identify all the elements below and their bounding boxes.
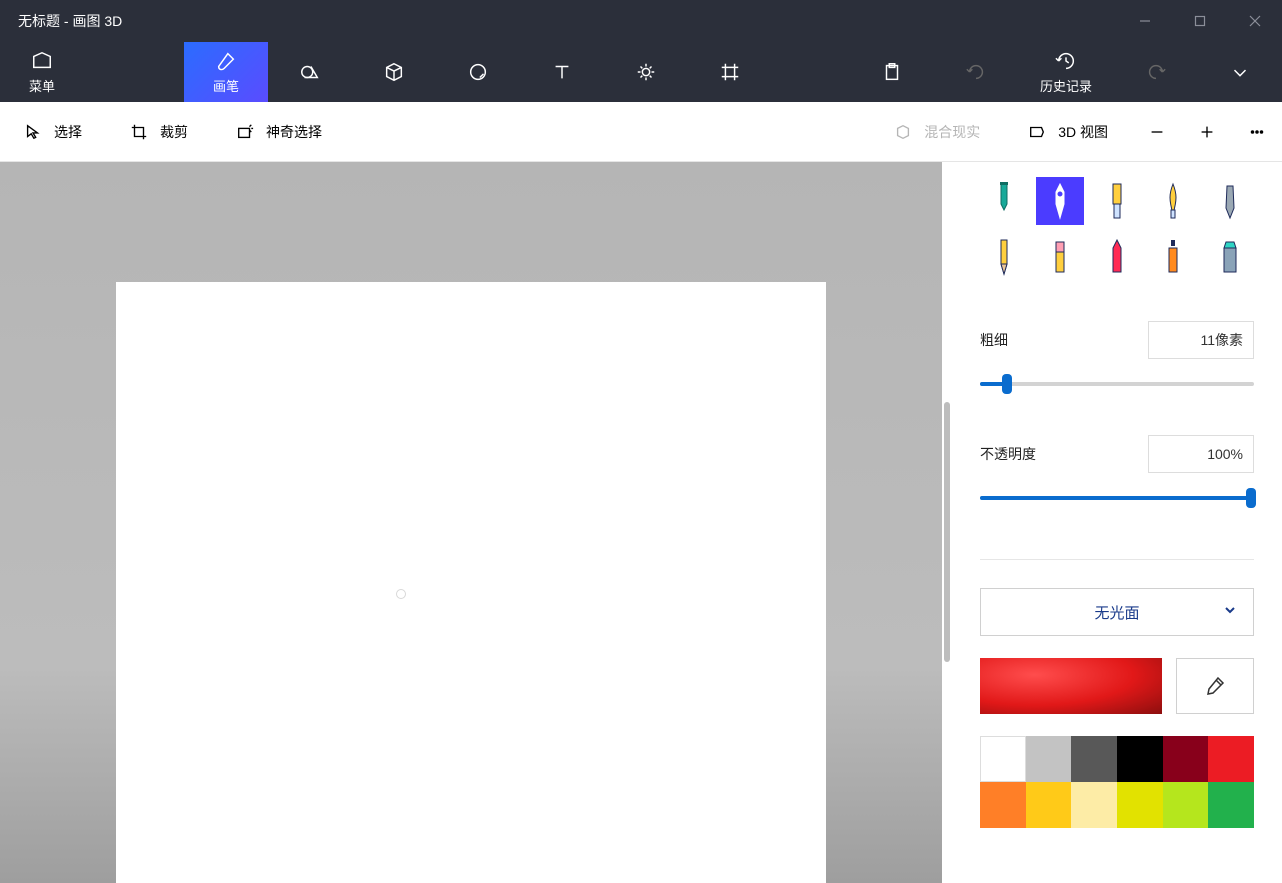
- brush-marker[interactable]: [980, 177, 1028, 225]
- effects-tab[interactable]: [604, 42, 688, 102]
- opacity-slider[interactable]: [980, 487, 1254, 509]
- brush-fill[interactable]: [1206, 233, 1254, 281]
- 3d-shapes-tab[interactable]: [352, 42, 436, 102]
- zoom-in-button[interactable]: [1182, 102, 1232, 161]
- brush-crayon[interactable]: [1093, 233, 1141, 281]
- redo-button[interactable]: [1114, 42, 1198, 102]
- select-label: 选择: [54, 122, 82, 142]
- thickness-input[interactable]: [1148, 321, 1254, 359]
- swatch[interactable]: [1117, 736, 1163, 782]
- material-dropdown[interactable]: 无光面: [980, 588, 1254, 636]
- crop-tool[interactable]: 裁剪: [106, 102, 212, 161]
- zoom-out-button[interactable]: [1132, 102, 1182, 161]
- swatch[interactable]: [1208, 736, 1254, 782]
- brush-pencil[interactable]: [980, 233, 1028, 281]
- brush-calligraphy[interactable]: [1036, 177, 1084, 225]
- brush-picker: [980, 177, 1254, 281]
- swatch[interactable]: [980, 782, 1026, 828]
- swatch[interactable]: [980, 736, 1026, 782]
- window-controls: [1117, 0, 1282, 42]
- thickness-row: 粗细: [980, 321, 1254, 359]
- brush-spray[interactable]: [1149, 233, 1197, 281]
- current-color-swatch[interactable]: [980, 658, 1162, 714]
- canvas[interactable]: [116, 282, 826, 883]
- text-tab[interactable]: [520, 42, 604, 102]
- swatch[interactable]: [1208, 782, 1254, 828]
- panel-title: 书写笔: [980, 162, 1254, 163]
- close-button[interactable]: [1227, 0, 1282, 42]
- stickers-tab[interactable]: [436, 42, 520, 102]
- context-toolbar: 选择 裁剪 神奇选择 混合现实 3D 视图: [0, 102, 1282, 162]
- chevron-down-icon: [1223, 603, 1237, 621]
- swatch[interactable]: [1163, 782, 1209, 828]
- brushes-label: 画笔: [213, 76, 239, 95]
- magic-label: 神奇选择: [266, 122, 322, 142]
- canvas-area[interactable]: [0, 162, 942, 883]
- 2d-shapes-tab[interactable]: [268, 42, 352, 102]
- view3d-label: 3D 视图: [1058, 122, 1108, 142]
- properties-panel: 书写笔: [952, 162, 1282, 883]
- undo-button[interactable]: [934, 42, 1018, 102]
- overflow-button[interactable]: [1232, 102, 1282, 161]
- paste-button[interactable]: [850, 42, 934, 102]
- brush-chisel[interactable]: [1206, 177, 1254, 225]
- main-area: 书写笔: [0, 162, 1282, 883]
- swatch[interactable]: [1071, 782, 1117, 828]
- opacity-label: 不透明度: [980, 444, 1036, 464]
- titlebar: 无标题 - 画图 3D: [0, 0, 1282, 42]
- mixed-reality-tool: 混合现实: [870, 102, 1004, 161]
- opacity-row: 不透明度: [980, 435, 1254, 473]
- history-label: 历史记录: [1040, 76, 1092, 95]
- mixed-label: 混合现实: [924, 122, 980, 142]
- window-title: 无标题 - 画图 3D: [0, 11, 122, 31]
- swatch[interactable]: [1163, 736, 1209, 782]
- main-toolbar: 菜单 画笔 历史记录: [0, 42, 1282, 102]
- scrollbar[interactable]: [942, 162, 952, 883]
- history-button[interactable]: 历史记录: [1018, 42, 1114, 102]
- opacity-input[interactable]: [1148, 435, 1254, 473]
- brushes-tab[interactable]: 画笔: [184, 42, 268, 102]
- crop-label: 裁剪: [160, 122, 188, 142]
- view-3d-tool[interactable]: 3D 视图: [1004, 102, 1132, 161]
- swatch[interactable]: [1071, 736, 1117, 782]
- menu-label: 菜单: [29, 76, 55, 95]
- divider: [980, 559, 1254, 560]
- thickness-slider[interactable]: [980, 373, 1254, 395]
- color-swatches: [980, 736, 1254, 828]
- brush-pointed[interactable]: [1149, 177, 1197, 225]
- canvas-tab[interactable]: [688, 42, 772, 102]
- menu-button[interactable]: 菜单: [0, 42, 84, 102]
- brush-flat[interactable]: [1093, 177, 1141, 225]
- brush-cursor: [396, 589, 406, 599]
- thickness-label: 粗细: [980, 330, 1008, 350]
- select-tool[interactable]: 选择: [0, 102, 106, 161]
- more-button[interactable]: [1198, 42, 1282, 102]
- swatch[interactable]: [1026, 736, 1072, 782]
- brush-eraser[interactable]: [1036, 233, 1084, 281]
- eyedropper-button[interactable]: [1176, 658, 1254, 714]
- material-label: 无光面: [1094, 602, 1139, 623]
- current-color-row: [980, 658, 1254, 714]
- maximize-button[interactable]: [1172, 0, 1227, 42]
- minimize-button[interactable]: [1117, 0, 1172, 42]
- swatch[interactable]: [1117, 782, 1163, 828]
- magic-select-tool[interactable]: 神奇选择: [212, 102, 346, 161]
- swatch[interactable]: [1026, 782, 1072, 828]
- scrollbar-thumb[interactable]: [944, 402, 950, 662]
